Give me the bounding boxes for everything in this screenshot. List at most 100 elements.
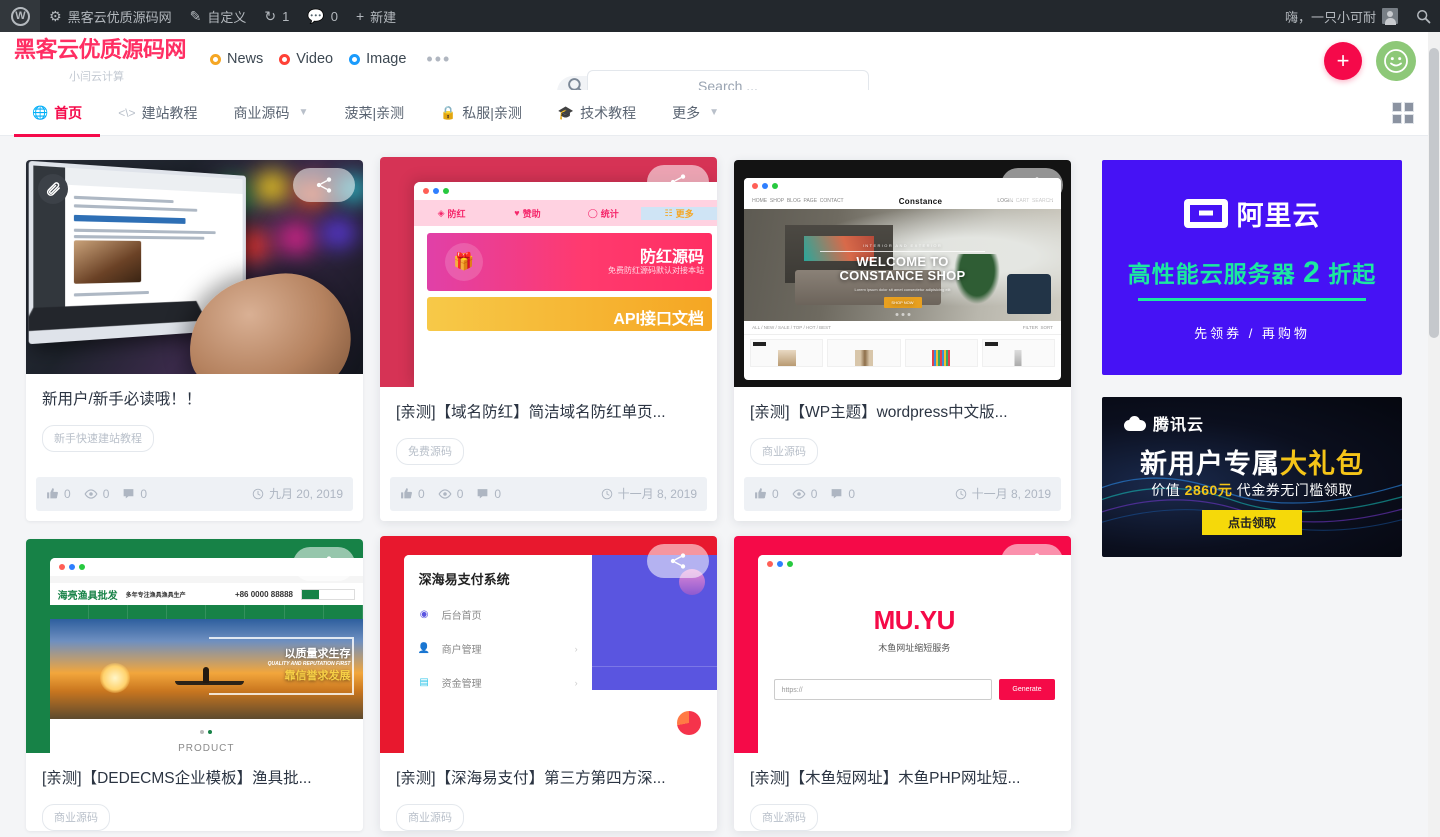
post-date-value: 十一月 8, 2019 bbox=[972, 485, 1051, 502]
new-content-menu[interactable]: + 新建 bbox=[347, 0, 405, 32]
share-button[interactable] bbox=[293, 547, 355, 581]
video-dot-icon bbox=[279, 54, 290, 65]
post-title[interactable]: 新用户/新手必读哦！！ bbox=[42, 390, 347, 411]
plus-icon: + bbox=[356, 9, 364, 23]
nav-item-tech-tutorials[interactable]: 🎓 技术教程 bbox=[540, 90, 654, 136]
view-count: 0 bbox=[792, 487, 818, 501]
comment-count[interactable]: 0 bbox=[476, 487, 501, 501]
post-category-tag[interactable]: 免费源码 bbox=[396, 438, 464, 465]
post-card-body: [亲测]【WP主题】wordpress中文版... 商业源码 bbox=[734, 387, 1071, 465]
site-name-menu[interactable]: ⚙ 黑客云优质源码网 bbox=[40, 0, 181, 32]
mock-generate-button: Generate bbox=[999, 679, 1055, 700]
post-thumbnail[interactable]: MU.YU 木鱼网址缩短服务 https:// Generate bbox=[734, 536, 1071, 753]
share-button[interactable] bbox=[647, 165, 709, 199]
category-link-news[interactable]: News bbox=[210, 51, 263, 67]
category-link-image[interactable]: Image bbox=[349, 51, 406, 67]
mock-nav-item: ◈防红 bbox=[414, 207, 490, 220]
add-post-button[interactable]: + bbox=[1324, 42, 1362, 80]
user-avatar-button[interactable] bbox=[1376, 41, 1416, 81]
aliyun-subtext: 先领券 / 再购物 bbox=[1194, 323, 1310, 342]
post-title[interactable]: [亲测]【DEDECMS企业模板】渔具批... bbox=[42, 769, 347, 790]
like-count-value: 0 bbox=[772, 487, 779, 501]
browser-minimize-dot bbox=[69, 564, 75, 570]
customize-link[interactable]: ✎ 自定义 bbox=[181, 0, 256, 32]
mock-form-row: https:// Generate bbox=[774, 679, 1055, 700]
tencent-sub-amount: 2860元 bbox=[1185, 482, 1233, 498]
nav-item-sifu[interactable]: 🔒 私服|亲测 bbox=[422, 90, 540, 136]
fanghong-screenshot: ◈防红 ♥赞助 ◯统计 ☷更多 🎁 防红源码 免费防红源码默认对接本站 API接… bbox=[414, 182, 717, 387]
mock-product bbox=[827, 339, 900, 367]
comment-icon bbox=[476, 487, 489, 500]
nav-item-tutorials[interactable]: <\> 建站教程 bbox=[100, 90, 215, 136]
brand-block[interactable]: 黑客云优质源码网 小闫云计算 bbox=[14, 39, 204, 84]
post-card[interactable]: 新用户/新手必读哦！！ 新手快速建站教程 0 bbox=[26, 160, 363, 521]
nav-item-bocai[interactable]: 菠菜|亲测 bbox=[326, 90, 422, 136]
post-thumbnail[interactable]: HOME SHOP BLOG PAGE CONTACT Constance LO… bbox=[734, 160, 1071, 387]
post-thumbnail[interactable]: ◈防红 ♥赞助 ◯统计 ☷更多 🎁 防红源码 免费防红源码默认对接本站 API接… bbox=[380, 157, 717, 387]
page-scrollbar[interactable] bbox=[1428, 0, 1440, 837]
post-card[interactable]: 海亮渔具批发 多年专注渔具渔具生产 +86 0000 88888 以质量求生存 bbox=[26, 539, 363, 831]
nav-item-commercial-source[interactable]: 商业源码 ▼ bbox=[216, 90, 327, 136]
post-card[interactable]: 深海易支付系统 ◉ 后台首页 👤 商户管理› ▤ 资金管理› bbox=[380, 536, 717, 831]
like-count[interactable]: 0 bbox=[400, 487, 425, 501]
mock-search bbox=[301, 589, 355, 600]
post-card[interactable]: ◈防红 ♥赞助 ◯统计 ☷更多 🎁 防红源码 免费防红源码默认对接本站 API接… bbox=[380, 157, 717, 521]
tencent-cta-button[interactable]: 点击领取 bbox=[1202, 510, 1302, 535]
post-title[interactable]: [亲测]【WP主题】wordpress中文版... bbox=[750, 403, 1055, 424]
post-category-tag[interactable]: 商业源码 bbox=[396, 804, 464, 831]
post-title[interactable]: [亲测]【域名防红】简洁域名防红单页... bbox=[396, 403, 701, 424]
tencent-headline-2: 大礼包 bbox=[1280, 449, 1364, 479]
post-thumbnail[interactable]: 深海易支付系统 ◉ 后台首页 👤 商户管理› ▤ 资金管理› bbox=[380, 536, 717, 753]
post-card-body: [亲测]【深海易支付】第三方第四方深... 商业源码 bbox=[380, 753, 717, 831]
post-card[interactable]: MU.YU 木鱼网址缩短服务 https:// Generate bbox=[734, 536, 1071, 831]
grid-cell-icon bbox=[1404, 114, 1414, 124]
share-button[interactable] bbox=[1001, 544, 1063, 578]
adminbar-search-button[interactable] bbox=[1407, 0, 1440, 32]
post-category-tag[interactable]: 商业源码 bbox=[42, 804, 110, 831]
mock-sidebar: 深海易支付系统 ◉ 后台首页 👤 商户管理› ▤ 资金管理› bbox=[404, 555, 592, 752]
nav-label: 商业源码 bbox=[234, 103, 290, 123]
updates-link[interactable]: ↻ 1 bbox=[255, 0, 298, 32]
post-title[interactable]: [亲测]【木鱼短网址】木鱼PHP网址短... bbox=[750, 769, 1055, 790]
post-category-tag[interactable]: 商业源码 bbox=[750, 804, 818, 831]
like-count[interactable]: 0 bbox=[754, 487, 779, 501]
view-count: 0 bbox=[84, 487, 110, 501]
fishing-gear-screenshot: 海亮渔具批发 多年专注渔具渔具生产 +86 0000 88888 以质量求生存 bbox=[50, 558, 363, 753]
site-title[interactable]: 黑客云优质源码网 bbox=[14, 39, 204, 61]
category-more-button[interactable]: ••• bbox=[426, 49, 451, 70]
category-label: Image bbox=[366, 51, 406, 67]
post-thumbnail[interactable]: 海亮渔具批发 多年专注渔具渔具生产 +86 0000 88888 以质量求生存 bbox=[26, 539, 363, 753]
constance-shop-screenshot: HOME SHOP BLOG PAGE CONTACT Constance LO… bbox=[744, 178, 1061, 380]
aliyun-headline: 高性能云服务器 2 折起 bbox=[1128, 255, 1376, 290]
globe-icon: 🌐 bbox=[32, 105, 48, 121]
post-card[interactable]: HOME SHOP BLOG PAGE CONTACT Constance LO… bbox=[734, 160, 1071, 521]
share-button[interactable] bbox=[293, 168, 355, 202]
comment-count[interactable]: 0 bbox=[122, 487, 147, 501]
clock-icon bbox=[252, 488, 264, 500]
ad-tencent-cloud[interactable]: 腾讯云 新用户专属大礼包 价值 2860元 代金券无门槛领取 点击领取 bbox=[1102, 397, 1402, 557]
post-category-tag[interactable]: 新手快速建站教程 bbox=[42, 425, 154, 452]
like-count[interactable]: 0 bbox=[46, 487, 71, 501]
share-button[interactable] bbox=[647, 544, 709, 578]
mock-product bbox=[905, 339, 978, 367]
comment-count[interactable]: 0 bbox=[830, 487, 855, 501]
comments-link[interactable]: 💬 0 bbox=[298, 0, 347, 32]
share-button[interactable] bbox=[1001, 168, 1063, 202]
nav-item-home[interactable]: 🌐 首页 bbox=[14, 90, 100, 136]
ad-aliyun[interactable]: 阿里云 高性能云服务器 2 折起 先领券 / 再购物 bbox=[1102, 160, 1402, 375]
aliyun-brand: 阿里云 bbox=[1237, 194, 1321, 233]
post-meta: 0 0 0 bbox=[744, 477, 1061, 511]
grid-view-toggle[interactable] bbox=[1392, 102, 1414, 124]
wordpress-logo-icon bbox=[11, 7, 30, 26]
scrollbar-thumb[interactable] bbox=[1429, 48, 1439, 338]
tencent-sub-1: 价值 bbox=[1151, 482, 1184, 498]
post-thumbnail[interactable] bbox=[26, 160, 363, 374]
mock-product-heading: PRODUCT bbox=[50, 743, 363, 753]
category-link-video[interactable]: Video bbox=[279, 51, 333, 67]
post-category-tag[interactable]: 商业源码 bbox=[750, 438, 818, 465]
wp-logo-menu[interactable] bbox=[0, 0, 40, 32]
nav-item-more[interactable]: 更多 ▼ bbox=[654, 90, 737, 136]
site-header: 黑客云优质源码网 小闫云计算 News Video Image ••• bbox=[0, 32, 1440, 90]
post-title[interactable]: [亲测]【深海易支付】第三方第四方深... bbox=[396, 769, 701, 790]
my-account-menu[interactable]: 嗨，一只小可耐 bbox=[1276, 0, 1407, 32]
